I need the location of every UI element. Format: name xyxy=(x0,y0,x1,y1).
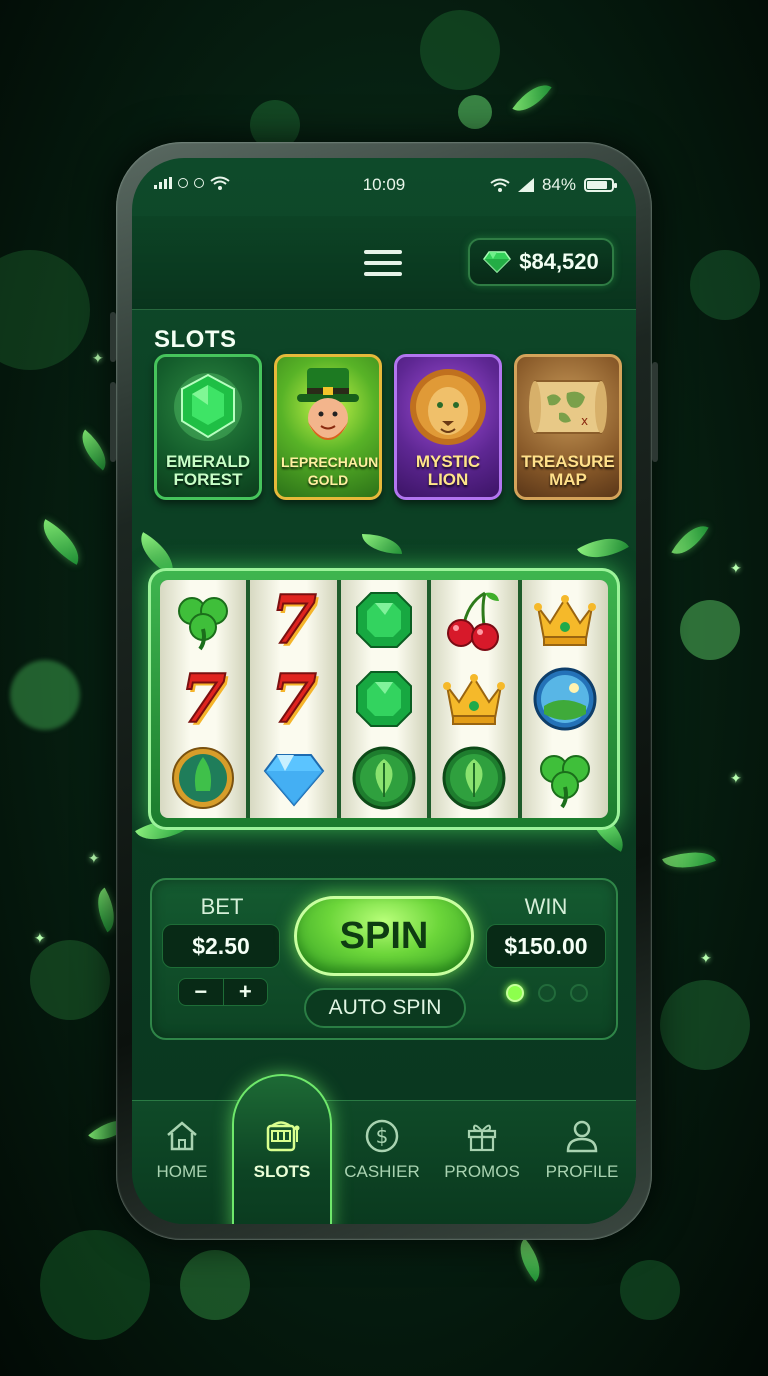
emerald-icon xyxy=(349,664,419,734)
wifi-icon xyxy=(490,178,510,192)
page-dot[interactable] xyxy=(570,984,588,1002)
win-label: WIN xyxy=(524,894,568,919)
increase-bet-button[interactable]: + xyxy=(224,979,268,1005)
nav-label: CASHIER xyxy=(344,1162,420,1181)
balance-amount: $84,520 xyxy=(519,249,599,274)
clover-icon xyxy=(168,585,238,655)
crown-icon xyxy=(530,585,600,655)
game-card-leprechauns-gold[interactable]: LEPRECHAUN'S GOLD xyxy=(274,354,382,500)
seven-icon: 7 xyxy=(179,659,227,738)
reel-2: 77 xyxy=(250,580,337,818)
phone-frame: 10:09 84% $84,520 SLOTS EMERALD FOREST L… xyxy=(110,142,658,1240)
page-dot[interactable] xyxy=(538,984,556,1002)
reel-1: 7 xyxy=(160,580,247,818)
reel-4 xyxy=(431,580,518,818)
reel-3 xyxy=(340,580,428,818)
status-right: 84% xyxy=(490,175,617,195)
dollar-coin-icon: $ xyxy=(365,1119,399,1153)
spin-button[interactable]: SPIN xyxy=(294,896,474,976)
battery-percent: 84% xyxy=(541,175,576,194)
leprechaun-icon xyxy=(277,357,379,457)
emerald-icon xyxy=(157,357,259,457)
svg-text:$: $ xyxy=(376,1124,389,1148)
auto-spin-button[interactable]: AUTO SPIN xyxy=(304,988,466,1028)
bet-stepper: − + xyxy=(178,978,268,1006)
seven-icon: 7 xyxy=(270,659,318,738)
bet-amount: $2.50 xyxy=(162,924,280,968)
home-icon xyxy=(167,1121,197,1151)
forest-coin-icon xyxy=(168,743,238,813)
nav-label: PROMOS xyxy=(444,1162,520,1181)
page-indicator xyxy=(506,984,588,1002)
game-card-emerald-forest[interactable]: EMERALD FOREST xyxy=(154,354,262,500)
nav-label: SLOTS xyxy=(253,1162,311,1181)
nav-label: HOME xyxy=(156,1162,208,1181)
game-card-treasure-map[interactable]: x TREASURE MAP xyxy=(514,354,622,500)
emerald-icon xyxy=(349,585,419,655)
bet-control-panel: BET $2.50 − + SPIN AUTO SPIN WIN $150.00 xyxy=(150,878,618,1040)
game-title: MYSTIC LION xyxy=(415,452,481,489)
leaf-coin-icon xyxy=(349,743,419,813)
svg-text:x: x xyxy=(581,414,588,428)
leaf-decoration xyxy=(577,526,629,570)
lion-icon xyxy=(397,357,499,457)
status-bar: 10:09 84% xyxy=(132,158,636,214)
nav-label: PROFILE xyxy=(545,1162,619,1181)
game-title: TREASURE MAP xyxy=(521,452,615,489)
decrease-bet-button[interactable]: − xyxy=(179,979,224,1005)
globe-coin-icon xyxy=(530,664,600,734)
game-title: LEPRECHAUN'S GOLD xyxy=(281,454,382,488)
game-carousel: EMERALD FOREST LEPRECHAUN'S GOLD MYSTIC … xyxy=(154,354,622,500)
nav-promos[interactable]: PROMOS xyxy=(434,1116,530,1182)
section-title: SLOTS xyxy=(154,326,237,353)
clover-icon xyxy=(530,743,600,813)
map-icon: x xyxy=(517,357,619,457)
win-amount: $150.00 xyxy=(486,924,606,968)
nav-profile[interactable]: PROFILE xyxy=(534,1116,630,1182)
diamond-icon xyxy=(259,743,329,813)
crown-icon xyxy=(439,664,509,734)
gift-icon xyxy=(467,1124,497,1152)
page-dot[interactable] xyxy=(506,984,524,1002)
slot-reels-frame: 777 xyxy=(148,568,620,830)
nav-home[interactable]: HOME xyxy=(134,1116,230,1182)
slot-machine-icon xyxy=(266,1121,300,1152)
emerald-gem-icon xyxy=(483,251,512,273)
nav-slots[interactable]: SLOTS xyxy=(234,1116,330,1182)
app-header: $84,520 xyxy=(132,216,636,310)
cell-signal-icon xyxy=(517,178,534,192)
game-card-mystic-lion[interactable]: MYSTIC LION xyxy=(394,354,502,500)
balance-display[interactable]: $84,520 xyxy=(468,238,614,286)
hamburger-menu-icon[interactable] xyxy=(362,246,404,280)
user-icon xyxy=(566,1120,598,1153)
bet-label: BET xyxy=(200,894,244,919)
game-title: EMERALD FOREST xyxy=(165,452,251,489)
app-screen: 10:09 84% $84,520 SLOTS EMERALD FOREST L… xyxy=(132,158,636,1224)
cherry-icon xyxy=(439,585,509,655)
nav-cashier[interactable]: $ CASHIER xyxy=(334,1116,430,1182)
reel-5 xyxy=(521,580,608,818)
leaf-decoration xyxy=(362,534,402,554)
seven-icon: 7 xyxy=(270,580,318,659)
battery-icon xyxy=(584,178,617,192)
leaf-coin-icon xyxy=(439,743,509,813)
slot-reels: 777 xyxy=(160,580,608,818)
